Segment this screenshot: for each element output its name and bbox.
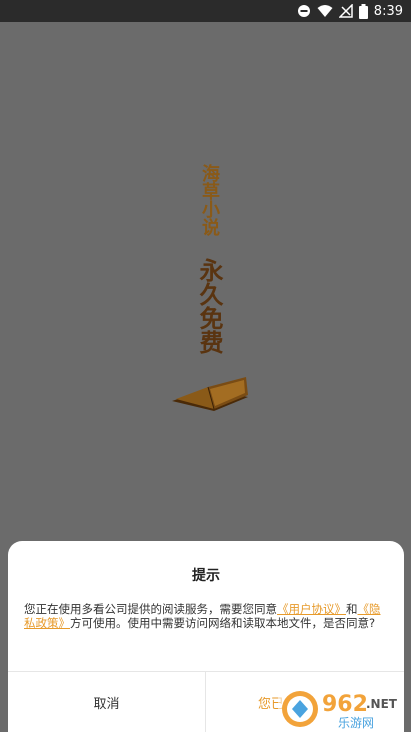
site-watermark-logo: 962 .NET 乐游网 [278,688,404,730]
app-name-vertical: 海草小说 [199,164,220,236]
battery-icon [358,3,368,19]
dnd-icon [297,5,310,17]
message-prefix: 您正在使用多看公司提供的阅读服务，需要您同意 [24,602,277,616]
open-book-icon [172,377,248,411]
svg-text:.NET: .NET [366,697,398,711]
message-and: 和 [346,602,358,616]
status-icons: 8:39 [297,3,403,19]
cancel-button[interactable]: 取消 [8,672,205,732]
slogan-vertical: 永久免费 [195,258,224,354]
svg-text:乐游网: 乐游网 [338,716,374,730]
user-agreement-link[interactable]: 《用户协议》 [277,602,346,616]
status-time: 8:39 [373,3,403,19]
dialog-title: 提示 [192,568,220,584]
signal-icon [338,4,353,18]
status-bar: 8:39 [0,0,411,22]
dialog-message: 您正在使用多看公司提供的阅读服务，需要您同意《用户协议》和《隐私政策》方可使用。… [24,602,388,630]
svg-text:962: 962 [322,692,368,717]
wifi-icon [317,5,333,17]
message-suffix: 方可使用。使用中需要访问网络和读取本地文件，是否同意? [70,616,376,630]
